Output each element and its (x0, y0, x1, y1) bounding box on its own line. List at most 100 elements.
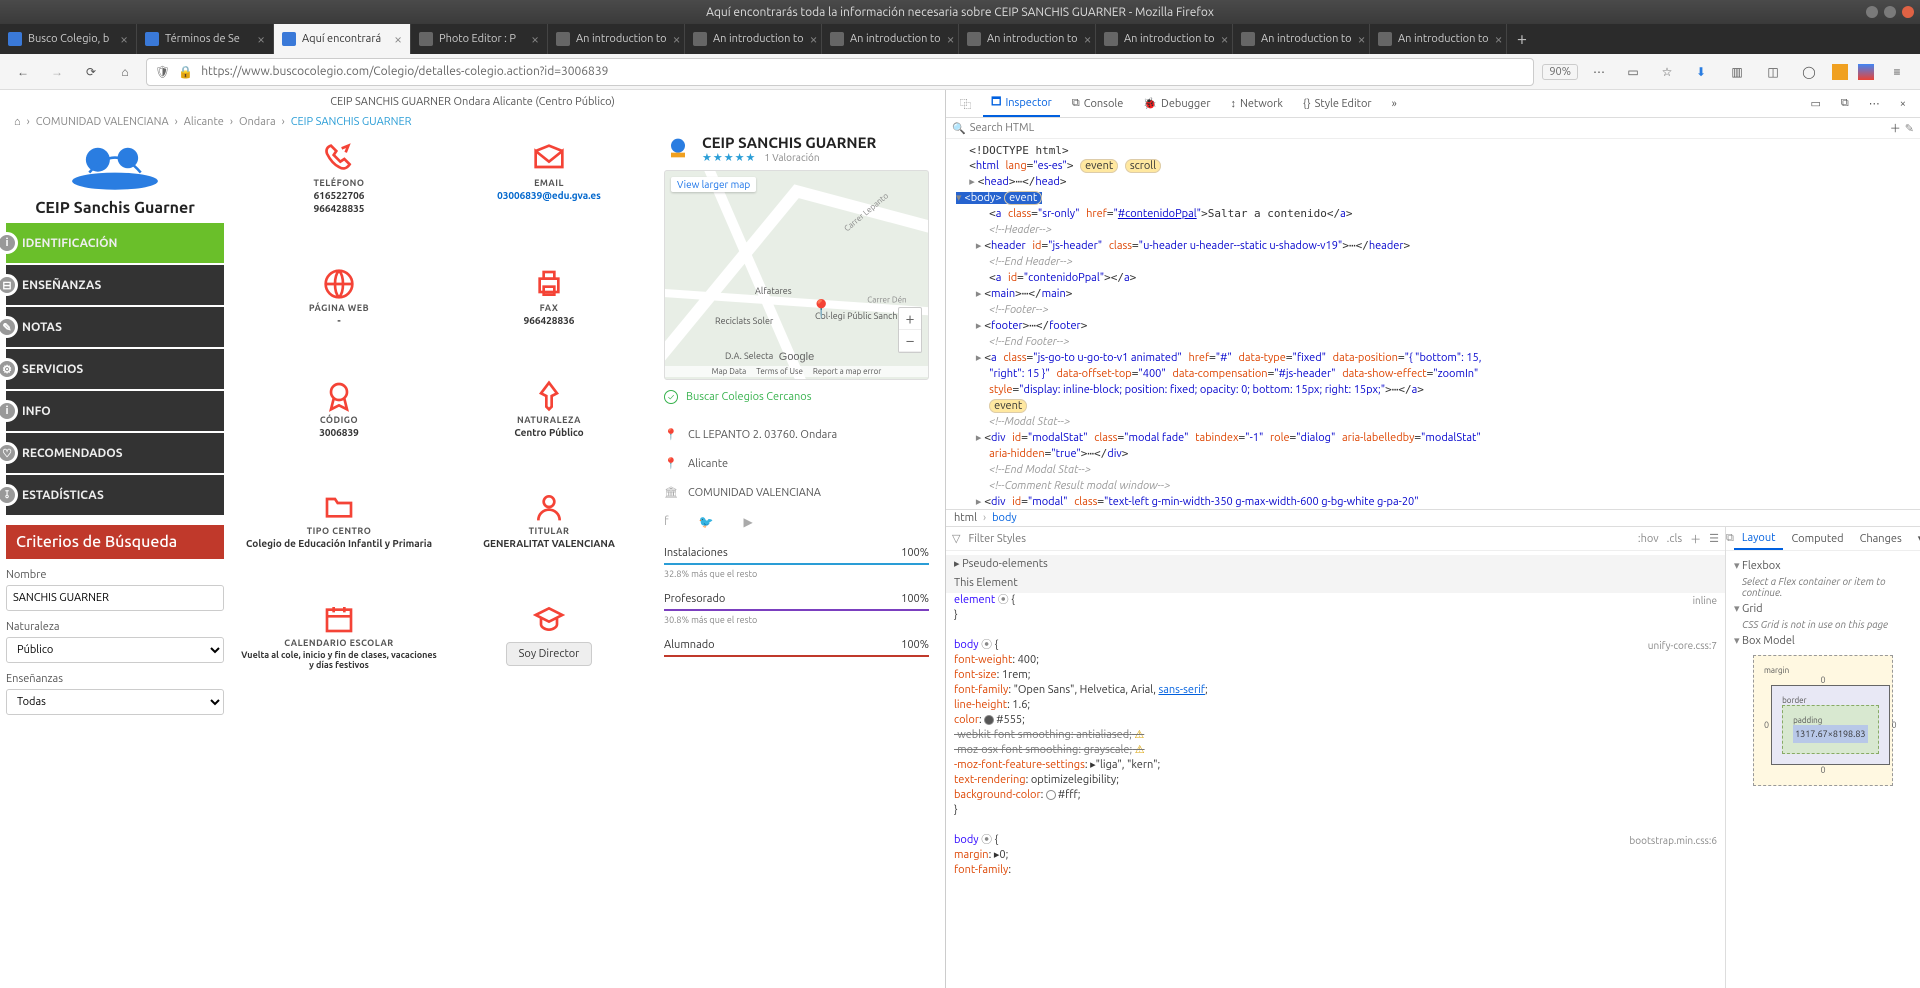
close-icon[interactable]: × (394, 31, 402, 47)
box-model[interactable]: margin0 0 border padding 1317.67×8198.83… (1753, 655, 1893, 786)
network-tab[interactable]: ↕Network (1223, 90, 1291, 117)
menu-identificacion[interactable]: iIDENTIFICACIÓN (6, 223, 224, 263)
dock-button[interactable]: ⧉ (1833, 90, 1857, 117)
zoom-out-button[interactable]: − (899, 330, 921, 352)
crumb[interactable]: Alicante (184, 116, 224, 128)
tab-1[interactable]: Términos de Se× (137, 24, 274, 54)
page-actions-button[interactable]: ⋯ (1586, 59, 1612, 85)
responsive-button[interactable]: ▭ (1803, 90, 1829, 117)
map-zoom-controls[interactable]: +− (898, 307, 922, 353)
inspector-tab[interactable]: 🗖Inspector (983, 90, 1060, 117)
youtube-icon[interactable]: ▶ (744, 515, 753, 529)
computed-tab[interactable]: Computed (1783, 527, 1851, 550)
close-icon[interactable]: × (257, 31, 265, 47)
reload-button[interactable]: ⟳ (78, 59, 104, 85)
account-button[interactable]: ◯ (1796, 59, 1822, 85)
home-button[interactable]: ⌂ (112, 59, 138, 85)
style-editor-tab[interactable]: {}Style Editor (1295, 90, 1380, 117)
grid-header[interactable]: Grid (1734, 602, 1912, 615)
flexbox-header[interactable]: Flexbox (1734, 559, 1912, 572)
page-subtitle: CEIP SANCHIS GUARNER Ondara Alicante (Ce… (0, 90, 945, 110)
add-node-button[interactable]: ＋ (1890, 120, 1901, 136)
close-icon[interactable]: × (1084, 31, 1092, 47)
tab-5[interactable]: An introduction to× (685, 24, 822, 54)
cls-button[interactable]: .cls (1667, 533, 1682, 545)
nombre-input[interactable] (6, 585, 224, 611)
naturaleza-select[interactable]: Público (6, 637, 224, 663)
tab-4[interactable]: An introduction to× (548, 24, 685, 54)
soy-director-button[interactable]: Soy Director (506, 642, 593, 666)
html-tree[interactable]: <!DOCTYPE html> <html lang="es-es"> even… (946, 139, 1920, 509)
new-tab-button[interactable]: + (1507, 24, 1537, 54)
changes-tab[interactable]: Changes (1852, 527, 1910, 550)
tab-2-active[interactable]: Aquí encontrará× (274, 24, 411, 54)
close-icon[interactable]: × (673, 31, 681, 47)
window-minimize[interactable] (1866, 6, 1878, 18)
map[interactable]: Carrer LepantoCarrer Dén View larger map… (664, 170, 929, 380)
window-close[interactable] (1902, 6, 1914, 18)
menu-estadisticas[interactable]: ⫱ESTADÍSTICAS (6, 475, 224, 515)
tab-10[interactable]: An introduction to× (1370, 24, 1507, 54)
close-icon[interactable]: × (1495, 31, 1503, 47)
window-maximize[interactable] (1884, 6, 1896, 18)
menu-notas[interactable]: ✎NOTAS (6, 307, 224, 347)
tab-0[interactable]: Busco Colegio, b× (0, 24, 137, 54)
back-button[interactable]: ← (10, 59, 36, 85)
menu-servicios[interactable]: ⚙SERVICIOS (6, 349, 224, 389)
close-icon[interactable]: × (120, 31, 128, 47)
overflow-button[interactable]: » (1384, 90, 1405, 117)
menu-ensenanzas[interactable]: ⊟ENSEÑANZAS (6, 265, 224, 305)
tab-3[interactable]: Photo Editor : P× (411, 24, 548, 54)
svg-text:Carrer Dén: Carrer Dén (867, 294, 906, 304)
crumb[interactable]: Ondara (239, 116, 276, 128)
menu-button[interactable]: ≡ (1884, 59, 1910, 85)
extension-icon[interactable] (1858, 64, 1874, 80)
close-icon[interactable]: × (531, 31, 539, 47)
home-icon[interactable]: ⌂ (14, 116, 21, 128)
menu-recomendados[interactable]: ♡RECOMENDADOS (6, 433, 224, 473)
picker-button[interactable]: ⿻ (952, 90, 979, 117)
close-icon[interactable]: × (810, 31, 818, 47)
ensenanzas-select[interactable]: Todas (6, 689, 224, 715)
facebook-icon[interactable]: f (664, 515, 669, 529)
zoom-level[interactable]: 90% (1542, 64, 1578, 80)
lock-icon: 🔒 (178, 65, 193, 79)
zoom-in-button[interactable]: + (899, 308, 921, 330)
console-tab[interactable]: ⧉Console (1064, 90, 1131, 117)
downloads-button[interactable]: ⬇ (1688, 59, 1714, 85)
layout-tab[interactable]: Layout (1734, 527, 1784, 550)
breadcrumb-path[interactable]: html›body (946, 509, 1920, 526)
close-icon[interactable]: × (947, 31, 955, 47)
view-larger-map[interactable]: View larger map (671, 177, 756, 192)
reader-button[interactable]: ▭ (1620, 59, 1646, 85)
extension-icon[interactable] (1832, 64, 1848, 80)
layout-toggle-icon[interactable]: ⧉ (1726, 532, 1734, 545)
twitter-icon[interactable]: 🐦 (699, 515, 714, 529)
boxmodel-header[interactable]: Box Model (1734, 634, 1912, 647)
forward-button[interactable]: → (44, 59, 70, 85)
bookmark-button[interactable]: ☆ (1654, 59, 1680, 85)
layout-overflow[interactable]: ▾ (1910, 527, 1920, 550)
crumb[interactable]: COMUNIDAD VALENCIANA (36, 116, 169, 128)
print-sim-button[interactable]: ☰ (1709, 532, 1719, 545)
menu-info[interactable]: iINFO (6, 391, 224, 431)
library-button[interactable]: ▥ (1724, 59, 1750, 85)
filter-styles-input[interactable] (968, 533, 1629, 545)
rules-body[interactable]: ▸ Pseudo-elements This Element element ⦿… (946, 551, 1725, 988)
nearby-link[interactable]: ✓Buscar Colegios Cercanos (664, 390, 929, 404)
close-devtools-button[interactable]: × (1892, 90, 1914, 117)
tab-8[interactable]: An introduction to× (1096, 24, 1233, 54)
add-rule-button[interactable]: ＋ (1690, 531, 1701, 547)
debugger-tab[interactable]: 🐞Debugger (1135, 90, 1218, 117)
tab-7[interactable]: An introduction to× (959, 24, 1096, 54)
eyedropper-icon[interactable]: ✎ (1905, 122, 1914, 135)
devtools-menu-button[interactable]: ⋯ (1861, 90, 1888, 117)
tab-6[interactable]: An introduction to× (822, 24, 959, 54)
tab-9[interactable]: An introduction to× (1233, 24, 1370, 54)
hov-button[interactable]: :hov (1638, 533, 1659, 545)
close-icon[interactable]: × (1358, 31, 1366, 47)
sidebar-button[interactable]: ◫ (1760, 59, 1786, 85)
search-html-input[interactable] (970, 122, 1886, 134)
url-bar[interactable]: 🛡 🔒 https://www.buscocolegio.com/Colegio… (146, 58, 1534, 86)
close-icon[interactable]: × (1221, 31, 1229, 47)
